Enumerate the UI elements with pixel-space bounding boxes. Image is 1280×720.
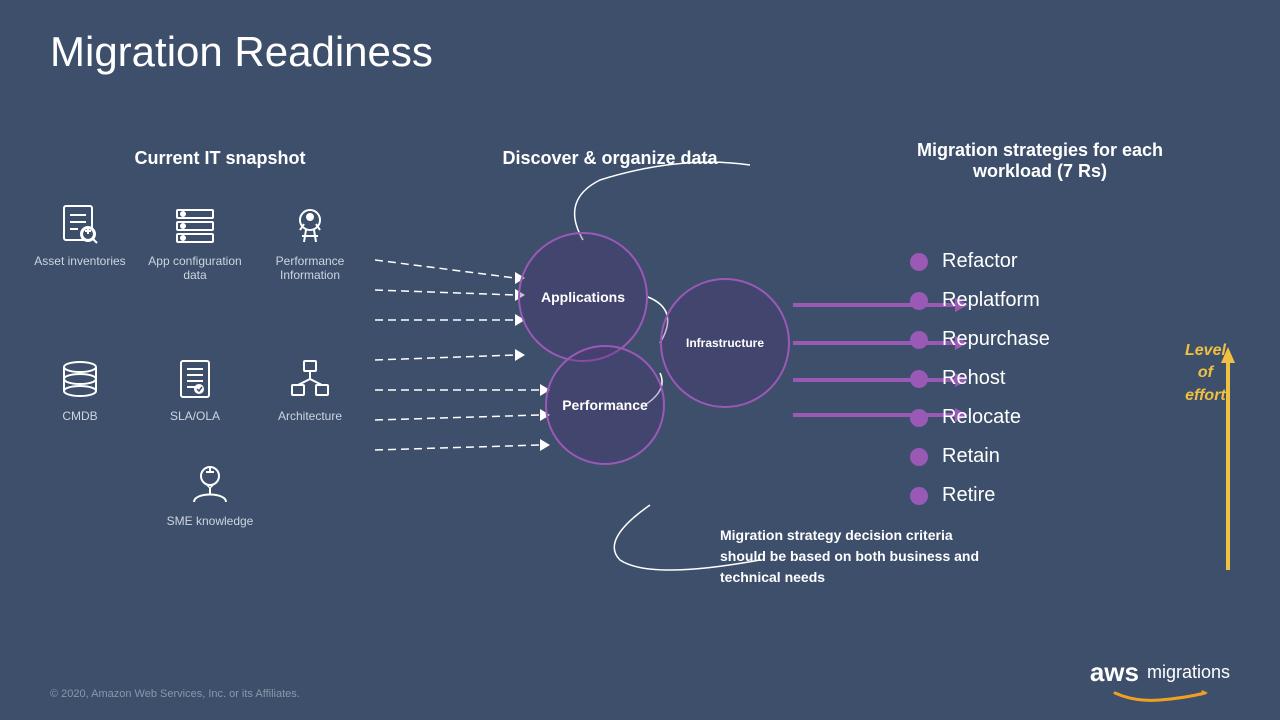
circle-infrastructure: Infrastructure [660, 278, 790, 408]
circle-performance: Performance [545, 345, 665, 465]
strategy-rehost: Rehost [910, 367, 1050, 390]
icon-performance-info-label: Performance Information [260, 254, 360, 282]
strategy-repurchase: Repurchase [910, 328, 1050, 351]
page-title: Migration Readiness [50, 28, 433, 76]
icon-sla-ola: SLA/OLA [145, 355, 245, 423]
strategy-refactor: Refactor [910, 250, 1050, 273]
aws-smile-icon [1110, 688, 1210, 702]
icon-sme-knowledge: SME knowledge [160, 460, 260, 528]
icon-cmdb: CMDB [30, 355, 130, 423]
section-discover: Discover & organize data [450, 148, 770, 169]
aws-text: aws [1090, 657, 1139, 688]
strategy-retire: Retire [910, 484, 1050, 507]
strategy-relocate: Relocate [910, 406, 1050, 429]
icon-app-config: App configuration data [145, 200, 245, 282]
strategy-label-rehost: Rehost [942, 367, 1005, 390]
strategy-label-refactor: Refactor [942, 250, 1018, 273]
strategy-label-retire: Retire [942, 484, 995, 507]
strategies-list: Refactor Replatform Repurchase Rehost Re… [910, 250, 1050, 523]
icon-sla-ola-label: SLA/OLA [170, 409, 220, 423]
aws-logo: aws migrations [1090, 657, 1230, 702]
strategy-label-repurchase: Repurchase [942, 328, 1050, 351]
icon-app-config-label: App configuration data [145, 254, 245, 282]
strategy-dot-retain [910, 448, 928, 466]
strategy-dot-refactor [910, 253, 928, 271]
strategy-label-retain: Retain [942, 445, 1000, 468]
strategy-retain: Retain [910, 445, 1050, 468]
level-of-effort-arrow-container [1218, 345, 1238, 575]
circle-applications: Applications [518, 232, 648, 362]
icon-sme-knowledge-label: SME knowledge [167, 514, 254, 528]
strategy-dot-retire [910, 487, 928, 505]
strategy-dot-repurchase [910, 331, 928, 349]
strategy-label-relocate: Relocate [942, 406, 1021, 429]
icon-asset-inventories-label: Asset inventories [34, 254, 125, 268]
strategy-dot-relocate [910, 409, 928, 427]
strategy-dot-rehost [910, 370, 928, 388]
level-of-effort-arrow [1218, 345, 1238, 575]
section-current-it: Current IT snapshot [30, 148, 410, 169]
strategy-replatform: Replatform [910, 289, 1050, 312]
icon-architecture-label: Architecture [278, 409, 342, 423]
aws-product: migrations [1147, 662, 1230, 683]
strategy-label-replatform: Replatform [942, 289, 1040, 312]
footer-text: © 2020, Amazon Web Services, Inc. or its… [50, 688, 300, 700]
icon-performance-info: Performance Information [260, 200, 360, 282]
criteria-text: Migration strategy decision criteria sho… [720, 525, 980, 588]
icon-architecture: Architecture [260, 355, 360, 423]
icon-asset-inventories: Asset inventories [30, 200, 130, 268]
section-strategies: Migration strategies for each workload (… [900, 140, 1180, 182]
strategy-dot-replatform [910, 292, 928, 310]
icon-cmdb-label: CMDB [62, 409, 97, 423]
